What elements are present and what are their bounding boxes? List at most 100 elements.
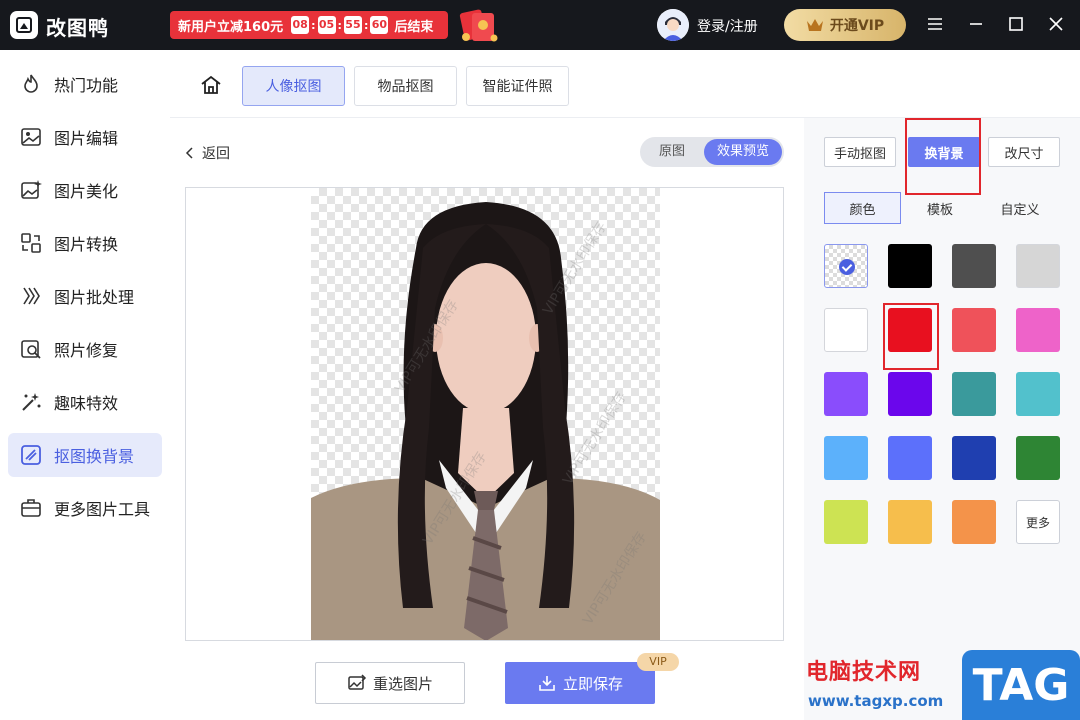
reselect-label: 重选图片 [372,674,433,693]
timer-seconds: 55 [343,16,362,34]
color-swatch[interactable] [824,500,868,544]
app-title: 改图鸭 [46,16,109,40]
resize-button[interactable]: 改尺寸 [988,137,1060,167]
tab-object-cutout[interactable]: 物品抠图 [354,66,457,106]
sidebar-item-cutout[interactable]: 抠图换背景 [8,433,162,477]
timer-minutes: 05 [317,16,336,34]
manual-cutout-button[interactable]: 手动抠图 [824,137,896,167]
toolbox-icon [21,499,41,517]
portrait-preview: VIP可无水印保存 VIP可无水印保存 VIP可无水印保存 VIP可无水印保存 … [311,188,660,640]
sparkle-image-icon [21,180,42,199]
sidebar-item-image-edit[interactable]: 图片编辑 [8,115,162,159]
more-colors-button[interactable]: 更多 [1016,500,1060,544]
login-link[interactable]: 登录/注册 [697,16,758,36]
subtab-template[interactable]: 模板 [908,192,972,224]
tool-tab-bar: 人像抠图 物品抠图 智能证件照 [170,50,1080,118]
open-vip-button[interactable]: 开通VIP [784,9,906,41]
color-swatch[interactable] [824,308,868,352]
sidebar-item-convert[interactable]: 图片转换 [8,221,162,265]
sidebar-item-label: 图片转换 [54,235,119,254]
sidebar-item-label: 更多图片工具 [54,500,151,519]
subtab-color[interactable]: 颜色 [824,192,901,224]
selected-check-icon [839,259,855,275]
sidebar-item-repair[interactable]: 照片修复 [8,327,162,371]
sidebar-item-label: 抠图换背景 [54,447,135,466]
image-edit-icon [21,128,41,146]
vip-badge: VIP [637,653,679,671]
sidebar-item-beautify[interactable]: 图片美化 [8,168,162,212]
sidebar-item-batch[interactable]: 图片批处理 [8,274,162,318]
color-swatch[interactable] [952,436,996,480]
promo-text: 新用户立减160元 [178,19,284,35]
vip-label: 开通VIP [829,18,885,34]
promo-banner[interactable]: 新用户立减160元 08: 05: 55: 60 后结束 [170,11,448,39]
crown-icon [806,19,823,31]
batch-icon [23,287,40,305]
color-swatch[interactable] [952,308,996,352]
color-swatch[interactable] [824,436,868,480]
highlight-frame [905,118,981,195]
sidebar-item-label: 热门功能 [54,76,119,95]
site-brand-url: www.tagxp.com [808,692,944,710]
app-logo-icon [10,11,38,39]
site-brand-name: 电脑技术网 [806,660,922,685]
timer-hours: 08 [291,16,310,34]
tab-portrait-cutout[interactable]: 人像抠图 [242,66,345,106]
download-icon [539,676,555,691]
sidebar-item-label: 图片美化 [54,182,119,201]
color-swatch[interactable] [888,372,932,416]
close-icon[interactable] [1046,14,1066,34]
repair-icon [21,340,41,359]
timer-centiseconds: 60 [370,16,389,34]
view-toggle: 原图 效果预览 [640,137,784,167]
color-swatch[interactable] [888,500,932,544]
menu-icon[interactable] [925,14,945,34]
sidebar: 热门功能 图片编辑 图片美化 图片转换 图片批处理 照片修复 趣味特效 抠图换背… [0,50,170,720]
title-bar: 改图鸭 新用户立减160元 08: 05: 55: 60 后结束 登录/注册 开… [0,0,1080,50]
color-swatch[interactable] [888,244,932,288]
highlight-frame [883,303,939,370]
image-swap-icon [348,674,367,690]
sidebar-item-label: 趣味特效 [54,394,119,413]
tab-id-photo[interactable]: 智能证件照 [466,66,569,106]
minimize-icon[interactable] [966,14,986,34]
home-icon[interactable] [200,74,222,96]
color-swatch[interactable] [952,500,996,544]
user-avatar[interactable] [657,9,689,41]
promo-end-text: 后结束 [394,19,434,35]
color-swatch[interactable] [1016,308,1060,352]
color-swatch[interactable] [952,372,996,416]
sidebar-item-label: 照片修复 [54,341,119,360]
convert-icon [21,233,41,253]
back-label: 返回 [202,146,230,162]
red-packet-icon[interactable] [456,5,502,45]
color-swatch[interactable] [952,244,996,288]
subtab-custom[interactable]: 自定义 [988,192,1052,224]
save-label: 立即保存 [562,674,623,693]
sidebar-item-label: 图片批处理 [54,288,135,307]
color-swatch[interactable] [1016,372,1060,416]
sidebar-item-hot[interactable]: 热门功能 [8,62,162,106]
color-swatch[interactable] [1016,244,1060,288]
magic-wand-icon [22,393,41,411]
flame-icon [24,74,38,93]
background-panel: 手动抠图 换背景 改尺寸 颜色 模板 自定义 更多 [804,118,1080,720]
image-canvas: VIP可无水印保存 VIP可无水印保存 VIP可无水印保存 VIP可无水印保存 … [185,187,784,641]
color-swatch[interactable] [1016,436,1060,480]
cutout-icon [21,445,41,465]
site-brand-tag: TAG [962,650,1080,720]
sidebar-item-effects[interactable]: 趣味特效 [8,380,162,424]
maximize-icon[interactable] [1006,14,1026,34]
swatch-transparent[interactable] [824,244,868,288]
toggle-preview[interactable]: 效果预览 [704,139,782,165]
back-button[interactable]: 返回 [184,143,230,163]
chevron-left-icon [185,147,193,159]
workspace: 返回 原图 效果预览 VIP可无水印保存 VIP可无水印保存 VIP可无水印保存… [170,118,804,720]
toggle-original[interactable]: 原图 [644,139,700,165]
sidebar-item-more-tools[interactable]: 更多图片工具 [8,486,162,530]
save-now-button[interactable]: 立即保存 [505,662,655,704]
color-swatch[interactable] [824,372,868,416]
color-swatch[interactable] [888,436,932,480]
sidebar-item-label: 图片编辑 [54,129,119,148]
reselect-image-button[interactable]: 重选图片 [315,662,465,704]
